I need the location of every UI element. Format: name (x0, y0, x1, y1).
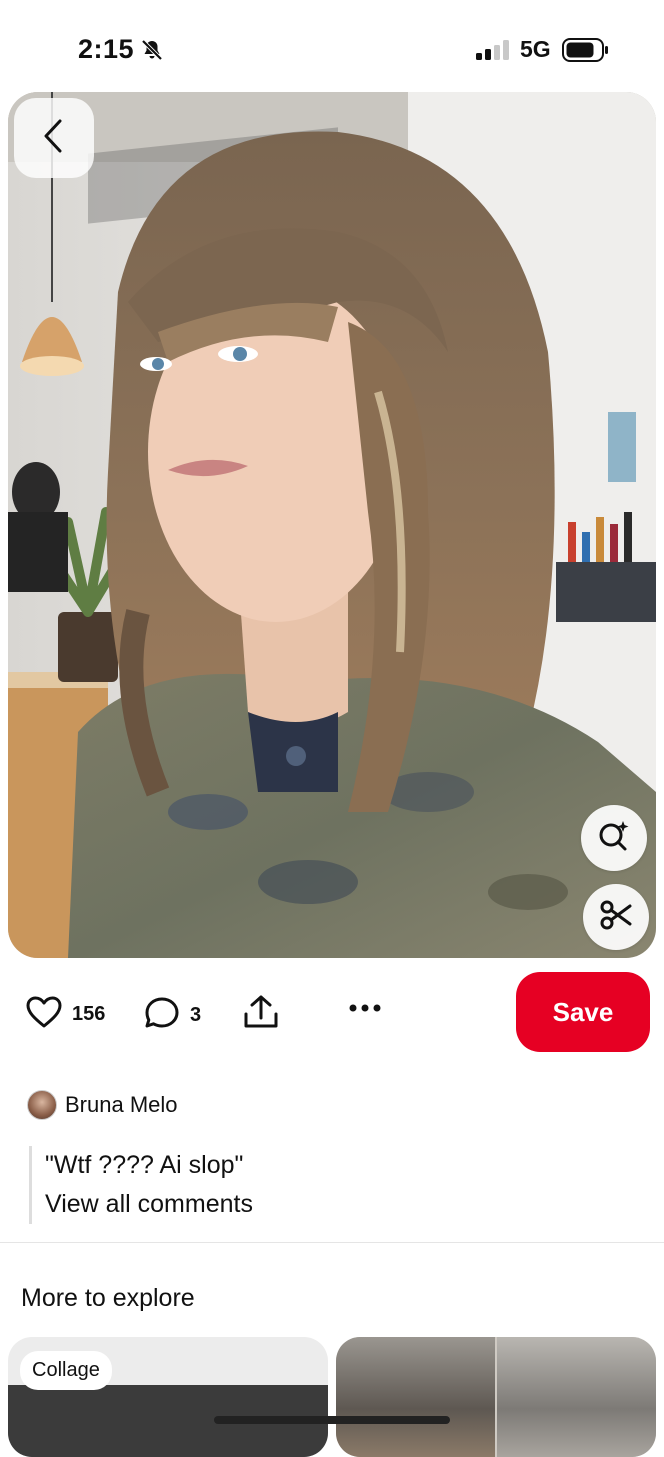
view-all-comments-link[interactable]: View all comments (45, 1184, 445, 1224)
more-icon (348, 1000, 382, 1018)
crop-button[interactable] (583, 884, 649, 950)
explore-card-image (497, 1337, 656, 1457)
status-bar: 2:15 5G (0, 0, 664, 92)
pin-actions: 156 3 Save (0, 970, 664, 1054)
signal-icon (476, 40, 510, 65)
heart-icon (26, 996, 62, 1033)
pin-image[interactable] (8, 92, 656, 958)
comment-icon (144, 996, 180, 1035)
share-icon (242, 994, 280, 1035)
author-name: Bruna Melo (65, 1092, 178, 1117)
explore-card[interactable] (336, 1337, 656, 1457)
visual-search-icon (597, 819, 631, 858)
back-button[interactable] (14, 98, 94, 178)
save-button[interactable]: Save (516, 972, 650, 1052)
comment-button[interactable]: 3 (144, 996, 201, 1035)
status-time: 2:15 (78, 34, 135, 64)
comment-count: 3 (190, 1004, 202, 1026)
battery-icon (562, 38, 610, 67)
visual-search-button[interactable] (581, 805, 647, 871)
comment-preview: "Wtf ???? Ai slop" View all comments (29, 1146, 445, 1224)
section-divider (0, 1242, 664, 1243)
more-options-button[interactable] (348, 1000, 382, 1018)
network-type: 5G (520, 36, 551, 62)
avatar (27, 1090, 57, 1120)
scissors-icon (599, 898, 633, 937)
comment-text: "Wtf ???? Ai slop" (45, 1151, 244, 1179)
back-chevron-icon (40, 117, 68, 160)
like-button[interactable]: 156 (26, 996, 105, 1033)
share-button[interactable] (242, 994, 280, 1035)
explore-card-image (336, 1337, 495, 1457)
home-indicator[interactable] (214, 1416, 450, 1424)
bell-slash-icon (140, 38, 164, 67)
comment-author[interactable]: Bruna Melo (27, 1090, 178, 1120)
more-to-explore-heading: More to explore (21, 1284, 195, 1312)
explore-card[interactable]: Collage (8, 1337, 328, 1457)
collage-badge: Collage (20, 1351, 112, 1390)
like-count: 156 (72, 1003, 106, 1025)
